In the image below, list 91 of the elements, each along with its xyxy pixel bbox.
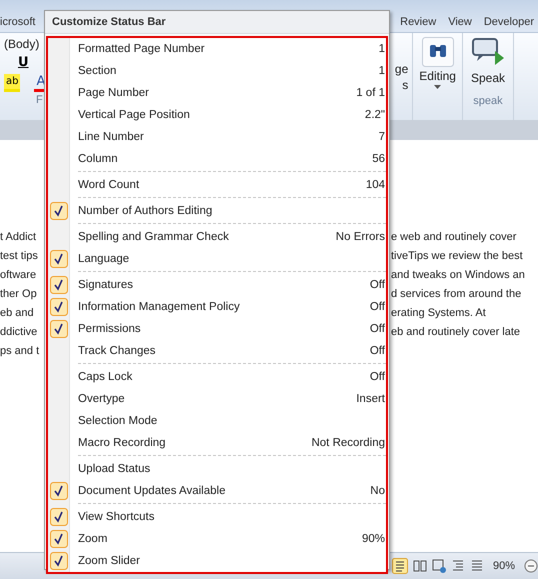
- menu-item-value: 7: [378, 131, 386, 143]
- menu-item-value: Insert: [356, 393, 386, 405]
- document-text: tiveTips we review the best: [391, 249, 524, 264]
- menu-item-label: Language: [78, 253, 130, 265]
- menu-item-value: No: [370, 485, 386, 497]
- menu-item-label: Column: [78, 153, 119, 165]
- menu-item[interactable]: Zoom 90%: [48, 528, 386, 550]
- menu-item[interactable]: Formatted Page Number 1: [48, 38, 386, 60]
- menu-item-label: Upload Status: [78, 463, 152, 475]
- menu-item-label: Vertical Page Position: [78, 109, 191, 121]
- document-text: e web and routinely cover: [391, 230, 518, 245]
- zoom-level[interactable]: 90%: [492, 560, 515, 572]
- menu-item[interactable]: Column 56: [48, 148, 386, 170]
- menu-item-label: Zoom: [78, 533, 108, 545]
- document-text: eb and routinely cover late: [391, 325, 522, 340]
- menu-item-value: Off: [370, 301, 386, 313]
- menu-item-value: Off: [370, 371, 386, 383]
- menu-item[interactable]: Zoom Slider: [48, 550, 386, 572]
- menu-item-value: No Errors: [336, 231, 386, 243]
- document-text: and tweaks on Windows an: [391, 268, 526, 283]
- ribbon-tab[interactable]: View: [446, 14, 474, 30]
- menu-item-label: View Shortcuts: [78, 511, 156, 523]
- document-text: d services from around the: [391, 287, 522, 302]
- menu-item-label: Zoom Slider: [78, 555, 141, 567]
- document-text: test tips: [0, 249, 39, 264]
- menu-item-label: Section: [78, 65, 118, 77]
- ribbon-tab[interactable]: Review: [398, 14, 438, 30]
- styles-button-label[interactable]: ge: [394, 62, 408, 76]
- menu-item[interactable]: Section 1: [48, 60, 386, 82]
- menu-item-label: Signatures: [78, 279, 134, 291]
- menu-item[interactable]: Permissions Off: [48, 318, 386, 340]
- ribbon-tab[interactable]: Developer: [482, 14, 536, 30]
- menu-item[interactable]: Spelling and Grammar Check No Errors: [48, 226, 386, 248]
- menu-item-label: Number of Authors Editing: [78, 205, 214, 217]
- menu-item-value: 2.2": [364, 109, 386, 121]
- menu-item-label: Line Number: [78, 131, 145, 143]
- menu-item[interactable]: Language: [48, 248, 386, 270]
- menu-item-label: Selection Mode: [78, 415, 158, 427]
- menu-item-value: 104: [366, 179, 386, 191]
- menu-item-label: Formatted Page Number: [78, 43, 206, 55]
- highlight-button[interactable]: ab: [4, 74, 20, 92]
- editing-button[interactable]: Editing: [419, 69, 456, 83]
- document-text: eb and: [0, 306, 35, 321]
- document-text: t Addict: [0, 230, 38, 245]
- menu-item[interactable]: Caps Lock Off: [48, 366, 386, 388]
- menu-item-label: Overtype: [78, 393, 126, 405]
- font-name-field[interactable]: (Body): [4, 37, 48, 51]
- menu-item[interactable]: Overtype Insert: [48, 388, 386, 410]
- menu-item-label: Word Count: [78, 179, 140, 191]
- menu-item-value: 1 of 1: [356, 87, 386, 99]
- menu-item-label: Macro Recording: [78, 437, 167, 449]
- window-title: icrosoft: [0, 16, 36, 30]
- menu-title: Customize Status Bar: [45, 11, 389, 34]
- menu-item-value: 56: [372, 153, 386, 165]
- menu-item-value: Off: [370, 345, 386, 357]
- menu-item-value: 1: [378, 65, 386, 77]
- document-text: ps and t: [0, 344, 40, 359]
- menu-item[interactable]: Line Number 7: [48, 126, 386, 148]
- group-label: speak: [473, 95, 503, 107]
- menu-item[interactable]: Upload Status: [48, 458, 386, 480]
- menu-item[interactable]: Page Number 1 of 1: [48, 82, 386, 104]
- menu-item-label: Information Management Policy: [78, 301, 241, 313]
- menu-item[interactable]: Selection Mode: [48, 410, 386, 432]
- speak-button[interactable]: Speak: [470, 71, 505, 85]
- menu-item[interactable]: Macro Recording Not Recording: [48, 432, 386, 454]
- menu-item-value: 1: [378, 43, 386, 55]
- menu-item[interactable]: Information Management Policy Off: [48, 296, 386, 318]
- menu-item-label: Permissions: [78, 323, 142, 335]
- menu-item[interactable]: Signatures Off: [48, 274, 386, 296]
- group-label: F: [35, 94, 44, 106]
- menu-item[interactable]: Word Count 104: [48, 174, 386, 196]
- menu-item-label: Track Changes: [78, 345, 157, 357]
- menu-item[interactable]: Track Changes Off: [48, 340, 386, 362]
- menu-item-label: Spelling and Grammar Check: [78, 231, 230, 243]
- document-text: erating Systems. At: [391, 306, 487, 321]
- menu-item-value: Off: [370, 323, 386, 335]
- menu-item-value: Not Recording: [311, 437, 386, 449]
- document-text: ther Op: [0, 287, 38, 302]
- underline-button[interactable]: U: [4, 53, 43, 72]
- menu-item-label: Page Number: [78, 87, 150, 99]
- menu-item[interactable]: Document Updates Available No: [48, 480, 386, 502]
- document-text: ddictive: [0, 325, 38, 340]
- menu-item-label: Caps Lock: [78, 371, 134, 383]
- menu-item[interactable]: Vertical Page Position 2.2": [48, 104, 386, 126]
- menu-item-label: Document Updates Available: [78, 485, 226, 497]
- menu-item-value: 90%: [362, 533, 386, 545]
- menu-item[interactable]: View Shortcuts: [48, 506, 386, 528]
- menu-item[interactable]: Number of Authors Editing: [48, 200, 386, 222]
- menu-item-value: Off: [370, 279, 386, 291]
- styles-button-label[interactable]: s: [402, 78, 408, 92]
- document-text: oftware: [0, 268, 38, 283]
